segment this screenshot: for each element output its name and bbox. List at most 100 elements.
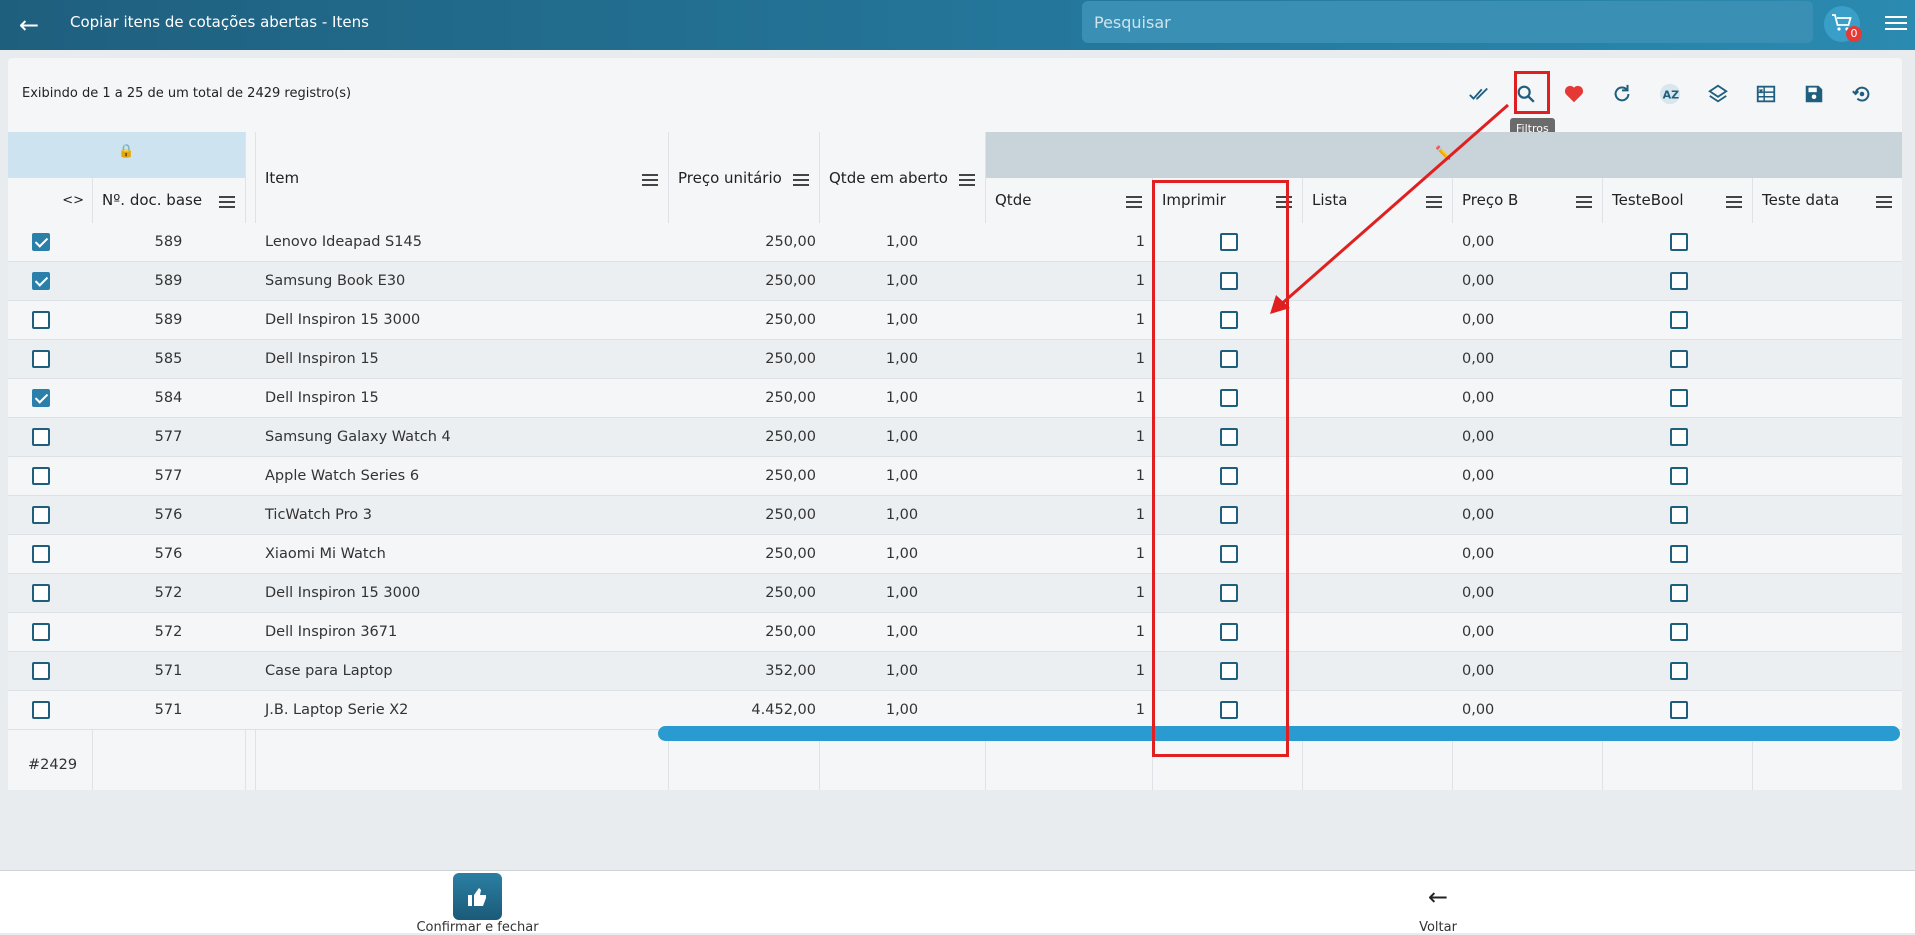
testebool-checkbox[interactable] xyxy=(1670,233,1688,251)
column-header-item[interactable]: Item xyxy=(255,156,668,200)
testebool-checkbox[interactable] xyxy=(1670,545,1688,563)
row-select-checkbox[interactable] xyxy=(32,584,50,602)
column-header-price[interactable]: Preço unitário xyxy=(668,156,819,200)
cell-item: Dell Inspiron 15 3000 xyxy=(265,585,421,601)
table-row[interactable]: 577 Apple Watch Series 6 250,00 1,00 1 0,00 xyxy=(8,457,1902,496)
row-select-checkbox[interactable] xyxy=(32,389,50,407)
column-header-doc[interactable]: Nº. doc. base xyxy=(92,178,245,222)
testebool-checkbox[interactable] xyxy=(1670,467,1688,485)
table-row[interactable]: 577 Samsung Galaxy Watch 4 250,00 1,00 1 0,00 xyxy=(8,418,1902,457)
row-select-checkbox[interactable] xyxy=(32,428,50,446)
cell-open-qty: 1,00 xyxy=(885,273,919,289)
cell-open-qty: 1,00 xyxy=(885,312,919,328)
frozen-group-header: 🔒 xyxy=(8,132,245,178)
row-select-checkbox[interactable] xyxy=(32,545,50,563)
table-row[interactable]: 571 J.B. Laptop Serie X2 4.452,00 1,00 1 0,00 xyxy=(8,691,1902,730)
cell-doc: 589 xyxy=(154,234,183,250)
save-icon[interactable] xyxy=(1795,74,1833,114)
table-row[interactable]: 584 Dell Inspiron 15 250,00 1,00 1 0,00 xyxy=(8,379,1902,418)
cell-open-qty: 1,00 xyxy=(885,624,919,640)
cell-item: TicWatch Pro 3 xyxy=(265,507,373,523)
cell-price: 250,00 xyxy=(765,507,816,523)
column-label-test-bool: TesteBool xyxy=(1612,191,1684,209)
row-select-checkbox[interactable] xyxy=(32,350,50,368)
row-select-checkbox[interactable] xyxy=(32,311,50,329)
row-select-checkbox[interactable] xyxy=(32,272,50,290)
testebool-checkbox[interactable] xyxy=(1670,662,1688,680)
testebool-checkbox[interactable] xyxy=(1670,350,1688,368)
layers-icon[interactable] xyxy=(1699,74,1737,114)
column-menu-icon[interactable] xyxy=(959,171,975,189)
confirm-button[interactable] xyxy=(453,873,502,920)
column-menu-icon[interactable] xyxy=(1726,193,1742,211)
cell-doc: 589 xyxy=(154,312,183,328)
column-toggle[interactable]: <> xyxy=(8,178,92,222)
restore-icon[interactable] xyxy=(1843,74,1881,114)
cell-open-qty: 1,00 xyxy=(885,234,919,250)
column-label-open-qty: Qtde em aberto xyxy=(829,169,948,187)
column-label-test-date: Teste data xyxy=(1762,191,1840,209)
cell-price: 250,00 xyxy=(765,585,816,601)
cart-button[interactable]: 0 xyxy=(1824,6,1862,42)
column-menu-icon[interactable] xyxy=(642,171,658,189)
table-row[interactable]: 576 TicWatch Pro 3 250,00 1,00 1 0,00 xyxy=(8,496,1902,535)
cell-open-qty: 1,00 xyxy=(885,429,919,445)
testebool-checkbox[interactable] xyxy=(1670,389,1688,407)
excel-icon[interactable] xyxy=(1747,74,1785,114)
column-label-qty: Qtde xyxy=(995,191,1032,209)
search-input[interactable] xyxy=(1082,1,1813,43)
testebool-checkbox[interactable] xyxy=(1670,584,1688,602)
row-select-checkbox[interactable] xyxy=(32,623,50,641)
column-header-qty[interactable]: Qtde xyxy=(985,178,1152,222)
column-menu-icon[interactable] xyxy=(1126,193,1142,211)
cell-qty: 1 xyxy=(1135,507,1145,523)
table-row[interactable]: 572 Dell Inspiron 15 3000 250,00 1,00 1 0,00 xyxy=(8,574,1902,613)
cell-qty: 1 xyxy=(1135,585,1145,601)
back-arrow-icon[interactable]: ← xyxy=(14,10,44,40)
table-row[interactable]: 572 Dell Inspiron 3671 250,00 1,00 1 0,00 xyxy=(8,613,1902,652)
testebool-checkbox[interactable] xyxy=(1670,272,1688,290)
refresh-icon[interactable] xyxy=(1603,74,1641,114)
testebool-checkbox[interactable] xyxy=(1670,623,1688,641)
column-menu-icon[interactable] xyxy=(1576,193,1592,211)
code-toggle-icon: <> xyxy=(62,192,84,208)
cell-doc: 576 xyxy=(154,507,183,523)
column-header-test-bool[interactable]: TesteBool xyxy=(1602,178,1752,222)
table-row[interactable]: 585 Dell Inspiron 15 250,00 1,00 1 0,00 xyxy=(8,340,1902,379)
sort-az-icon[interactable]: AZ xyxy=(1651,74,1689,114)
row-select-checkbox[interactable] xyxy=(32,467,50,485)
column-menu-icon[interactable] xyxy=(1876,193,1892,211)
testebool-checkbox[interactable] xyxy=(1670,311,1688,329)
table-row[interactable]: 589 Samsung Book E30 250,00 1,00 1 0,00 xyxy=(8,262,1902,301)
column-header-open-qty[interactable]: Qtde em aberto xyxy=(819,156,985,200)
row-select-checkbox[interactable] xyxy=(32,233,50,251)
cell-item: J.B. Laptop Serie X2 xyxy=(265,702,409,718)
cell-item: Samsung Book E30 xyxy=(265,273,406,289)
cart-badge: 0 xyxy=(1846,26,1862,42)
testebool-checkbox[interactable] xyxy=(1670,506,1688,524)
hamburger-menu-icon[interactable] xyxy=(1885,12,1907,34)
table-row[interactable]: 589 Dell Inspiron 15 3000 250,00 1,00 1 0,00 xyxy=(8,301,1902,340)
row-select-checkbox[interactable] xyxy=(32,506,50,524)
testebool-checkbox[interactable] xyxy=(1670,701,1688,719)
cell-qty: 1 xyxy=(1135,468,1145,484)
heart-icon[interactable] xyxy=(1555,74,1593,114)
table-row[interactable]: 576 Xiaomi Mi Watch 250,00 1,00 1 0,00 xyxy=(8,535,1902,574)
search-bar[interactable] xyxy=(1082,1,1813,43)
column-menu-icon[interactable] xyxy=(219,193,235,211)
back-button-icon[interactable]: ← xyxy=(1420,880,1456,914)
cell-item: Case para Laptop xyxy=(265,663,393,679)
table-row[interactable]: 589 Lenovo Ideapad S145 250,00 1,00 1 0,00 xyxy=(8,223,1902,262)
cell-price: 352,00 xyxy=(765,663,816,679)
column-menu-icon[interactable] xyxy=(793,171,809,189)
row-select-checkbox[interactable] xyxy=(32,701,50,719)
row-select-checkbox[interactable] xyxy=(32,662,50,680)
testebool-checkbox[interactable] xyxy=(1670,428,1688,446)
cell-price-b: 0,00 xyxy=(1462,468,1495,484)
cell-doc: 577 xyxy=(154,468,183,484)
cell-price-b: 0,00 xyxy=(1462,624,1495,640)
lock-icon: 🔒 xyxy=(118,144,135,159)
cell-doc: 572 xyxy=(154,624,183,640)
table-row[interactable]: 571 Case para Laptop 352,00 1,00 1 0,00 xyxy=(8,652,1902,691)
column-header-test-date[interactable]: Teste data xyxy=(1752,178,1902,222)
